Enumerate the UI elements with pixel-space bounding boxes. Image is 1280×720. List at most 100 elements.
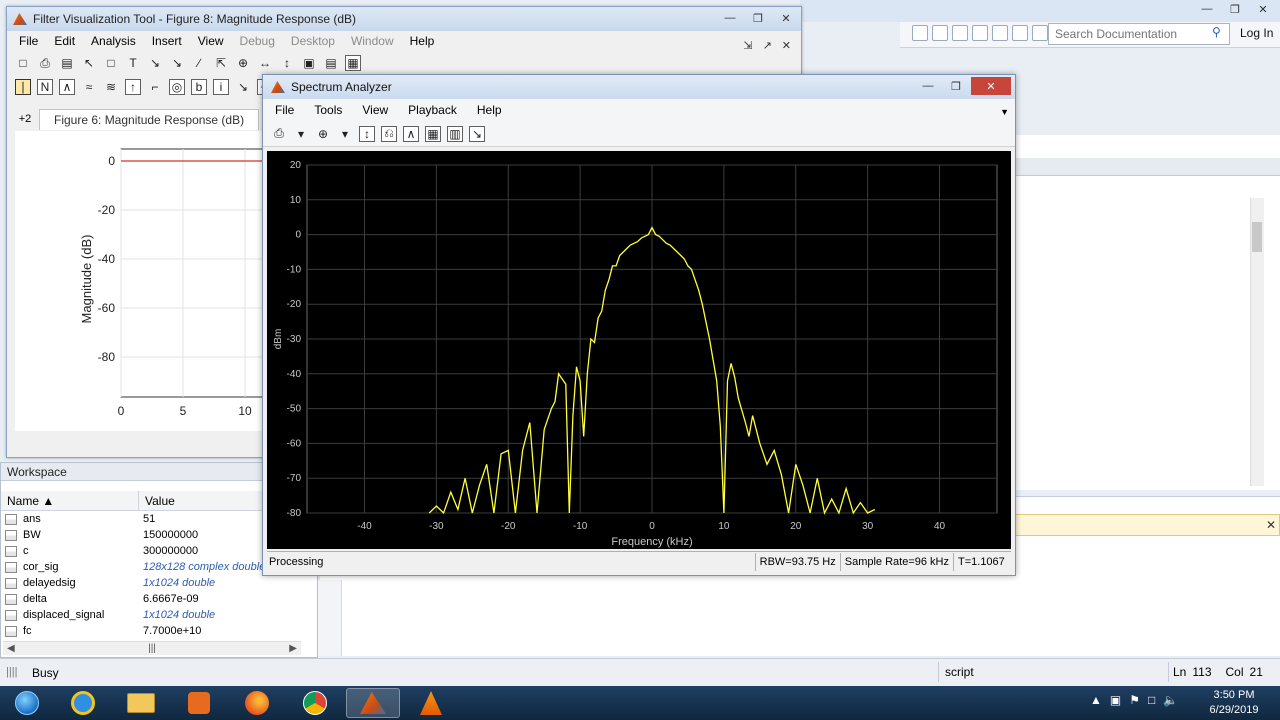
phase-response-icon[interactable]: N xyxy=(37,79,53,95)
fvt-menu-debug[interactable]: Debug xyxy=(240,34,275,48)
filter-coefficients-icon[interactable]: b xyxy=(191,79,207,95)
fvt-menu-edit[interactable]: Edit xyxy=(54,34,75,48)
tab-figure-6[interactable]: Figure 6: Magnitude Response (dB) xyxy=(39,108,260,130)
taskbar-media-player[interactable] xyxy=(172,688,226,718)
show-hidden-icons-icon[interactable]: ▲ xyxy=(1090,693,1102,707)
redo-icon[interactable] xyxy=(1012,25,1028,41)
magnitude-phase-icon[interactable]: ∧ xyxy=(59,79,75,95)
sa-menu-file[interactable]: File xyxy=(275,103,294,117)
workspace-row[interactable]: delta 6.6667e-09 xyxy=(1,591,317,607)
save-icon[interactable] xyxy=(912,25,928,41)
close-icon[interactable]: ✕ xyxy=(782,39,791,52)
zoom-y-icon[interactable]: ↕ xyxy=(279,55,295,71)
dock-icon[interactable]: ↗ xyxy=(763,39,772,52)
login-button[interactable]: Log In xyxy=(1240,26,1273,40)
taskbar-vlc[interactable] xyxy=(404,688,458,718)
taskbar-chrome[interactable] xyxy=(288,688,342,718)
close-icon[interactable]: ✕ xyxy=(1250,0,1276,18)
taskbar-clock[interactable]: 3:50 PM 6/29/2019 xyxy=(1198,688,1270,718)
magnitude-response-icon[interactable]: ∣ xyxy=(15,79,31,95)
arrow-icon[interactable]: ↘ xyxy=(147,55,163,71)
minimize-icon[interactable]: — xyxy=(1194,0,1220,18)
pole-zero-icon[interactable]: ◎ xyxy=(169,79,185,95)
action-center-icon[interactable]: ⚑ xyxy=(1129,693,1140,707)
sa-menu-view[interactable]: View xyxy=(362,103,388,117)
fvt-menu-analysis[interactable]: Analysis xyxy=(91,34,136,48)
step-response-icon[interactable]: ⌐ xyxy=(147,79,163,95)
fvt-menu-window[interactable]: Window xyxy=(351,34,394,48)
start-button[interactable] xyxy=(0,688,54,718)
undo-icon[interactable] xyxy=(992,25,1008,41)
cut-icon[interactable] xyxy=(932,25,948,41)
fvt-menu-help[interactable]: Help xyxy=(410,34,435,48)
zoom-x-icon[interactable]: ↔ xyxy=(257,55,273,71)
print-icon[interactable]: ⎙ xyxy=(271,126,287,142)
horizontal-scrollbar[interactable]: ◀ ||| ▶ xyxy=(3,641,301,655)
scale-axes-icon[interactable]: ↕ xyxy=(359,125,375,142)
double-arrow-icon[interactable]: ↘ xyxy=(169,55,185,71)
app-tray-icon[interactable]: ▣ xyxy=(1110,693,1121,707)
legend-icon[interactable]: ▤ xyxy=(323,55,339,71)
grid-icon[interactable]: ▦ xyxy=(345,55,361,71)
zoom-in-icon[interactable]: ⊕ xyxy=(315,126,331,142)
dropdown-icon[interactable]: ▾ xyxy=(337,126,353,142)
menu-overflow-icon[interactable]: ▼ xyxy=(1000,107,1009,117)
line-icon[interactable]: ∕ xyxy=(191,55,207,71)
ccdf-measurements-icon[interactable]: ↘ xyxy=(469,125,485,142)
workspace-row[interactable]: fc 7.7000e+10 xyxy=(1,623,317,639)
network-icon[interactable]: □ xyxy=(1148,693,1155,707)
rectangle-icon[interactable]: □ xyxy=(103,55,119,71)
close-icon[interactable]: ✕ xyxy=(773,9,799,27)
fvt-menu-file[interactable]: File xyxy=(19,34,38,48)
scroll-right-icon[interactable]: ▶ xyxy=(289,643,297,654)
sa-menu-help[interactable]: Help xyxy=(477,103,502,117)
cascade-icon[interactable]: ↘ xyxy=(235,79,251,95)
close-icon[interactable]: ✕ xyxy=(1266,518,1276,532)
minimize-icon[interactable]: — xyxy=(717,9,743,27)
sa-menu-playback[interactable]: Playback xyxy=(408,103,457,117)
print-preview-icon[interactable]: ▤ xyxy=(59,55,75,71)
zoom-in-icon[interactable]: ⊕ xyxy=(235,55,251,71)
sa-menu-tools[interactable]: Tools xyxy=(314,103,342,117)
phase-delay-icon[interactable]: ≋ xyxy=(103,79,119,95)
workspace-row[interactable]: delayedsig 1x1024 double xyxy=(1,575,317,591)
taskbar-file-explorer[interactable] xyxy=(114,688,168,718)
scroll-grip-icon[interactable]: ||| xyxy=(148,643,156,654)
group-delay-icon[interactable]: ≈ xyxy=(81,79,97,95)
scroll-left-icon[interactable]: ◀ xyxy=(7,643,15,654)
fvt-menu-insert[interactable]: Insert xyxy=(152,34,182,48)
close-icon[interactable]: ✕ xyxy=(971,77,1011,95)
volume-icon[interactable]: 🔈 xyxy=(1163,693,1178,707)
search-documentation-input[interactable] xyxy=(1048,23,1230,45)
peak-finder-icon[interactable]: ∧ xyxy=(403,125,419,142)
scrollbar-thumb[interactable] xyxy=(1252,222,1262,252)
more-tabs-button[interactable]: +2 xyxy=(15,113,35,125)
paste-icon[interactable] xyxy=(972,25,988,41)
cursor-measurements-icon[interactable]: ⎌ xyxy=(381,125,397,142)
channel-measurements-icon[interactable]: ▦ xyxy=(425,125,441,142)
switch-windows-icon[interactable] xyxy=(1032,25,1048,41)
taskbar-internet-explorer[interactable] xyxy=(56,688,110,718)
impulse-response-icon[interactable]: ↑ xyxy=(125,79,141,95)
search-icon[interactable]: ⚲ xyxy=(1212,25,1221,39)
dropdown-icon[interactable]: ▾ xyxy=(293,126,309,142)
maximize-icon[interactable]: ❐ xyxy=(745,9,771,27)
copy-icon[interactable] xyxy=(952,25,968,41)
workspace-row[interactable]: displaced_signal 1x1024 double xyxy=(1,607,317,623)
fvt-menu-desktop[interactable]: Desktop xyxy=(291,34,335,48)
pointer-icon[interactable]: ↖ xyxy=(81,55,97,71)
fvt-menu-view[interactable]: View xyxy=(198,34,224,48)
filter-info-icon[interactable]: i xyxy=(213,79,229,95)
pin-icon[interactable]: ⇱ xyxy=(213,55,229,71)
new-file-icon[interactable]: □ xyxy=(15,55,31,71)
maximize-icon[interactable]: ❐ xyxy=(943,77,969,95)
taskbar-matlab[interactable] xyxy=(346,688,400,718)
maximize-icon[interactable]: ❐ xyxy=(1222,0,1248,18)
print-icon[interactable]: ⎙ xyxy=(37,55,53,71)
full-view-icon[interactable]: ▣ xyxy=(301,55,317,71)
minimize-icon[interactable]: — xyxy=(915,77,941,95)
taskbar-firefox[interactable] xyxy=(230,688,284,718)
distortion-measurements-icon[interactable]: ▥ xyxy=(447,125,463,142)
undock-icon[interactable]: ⇲ xyxy=(743,39,752,52)
name-column-header[interactable]: Name ▲ xyxy=(1,491,139,510)
